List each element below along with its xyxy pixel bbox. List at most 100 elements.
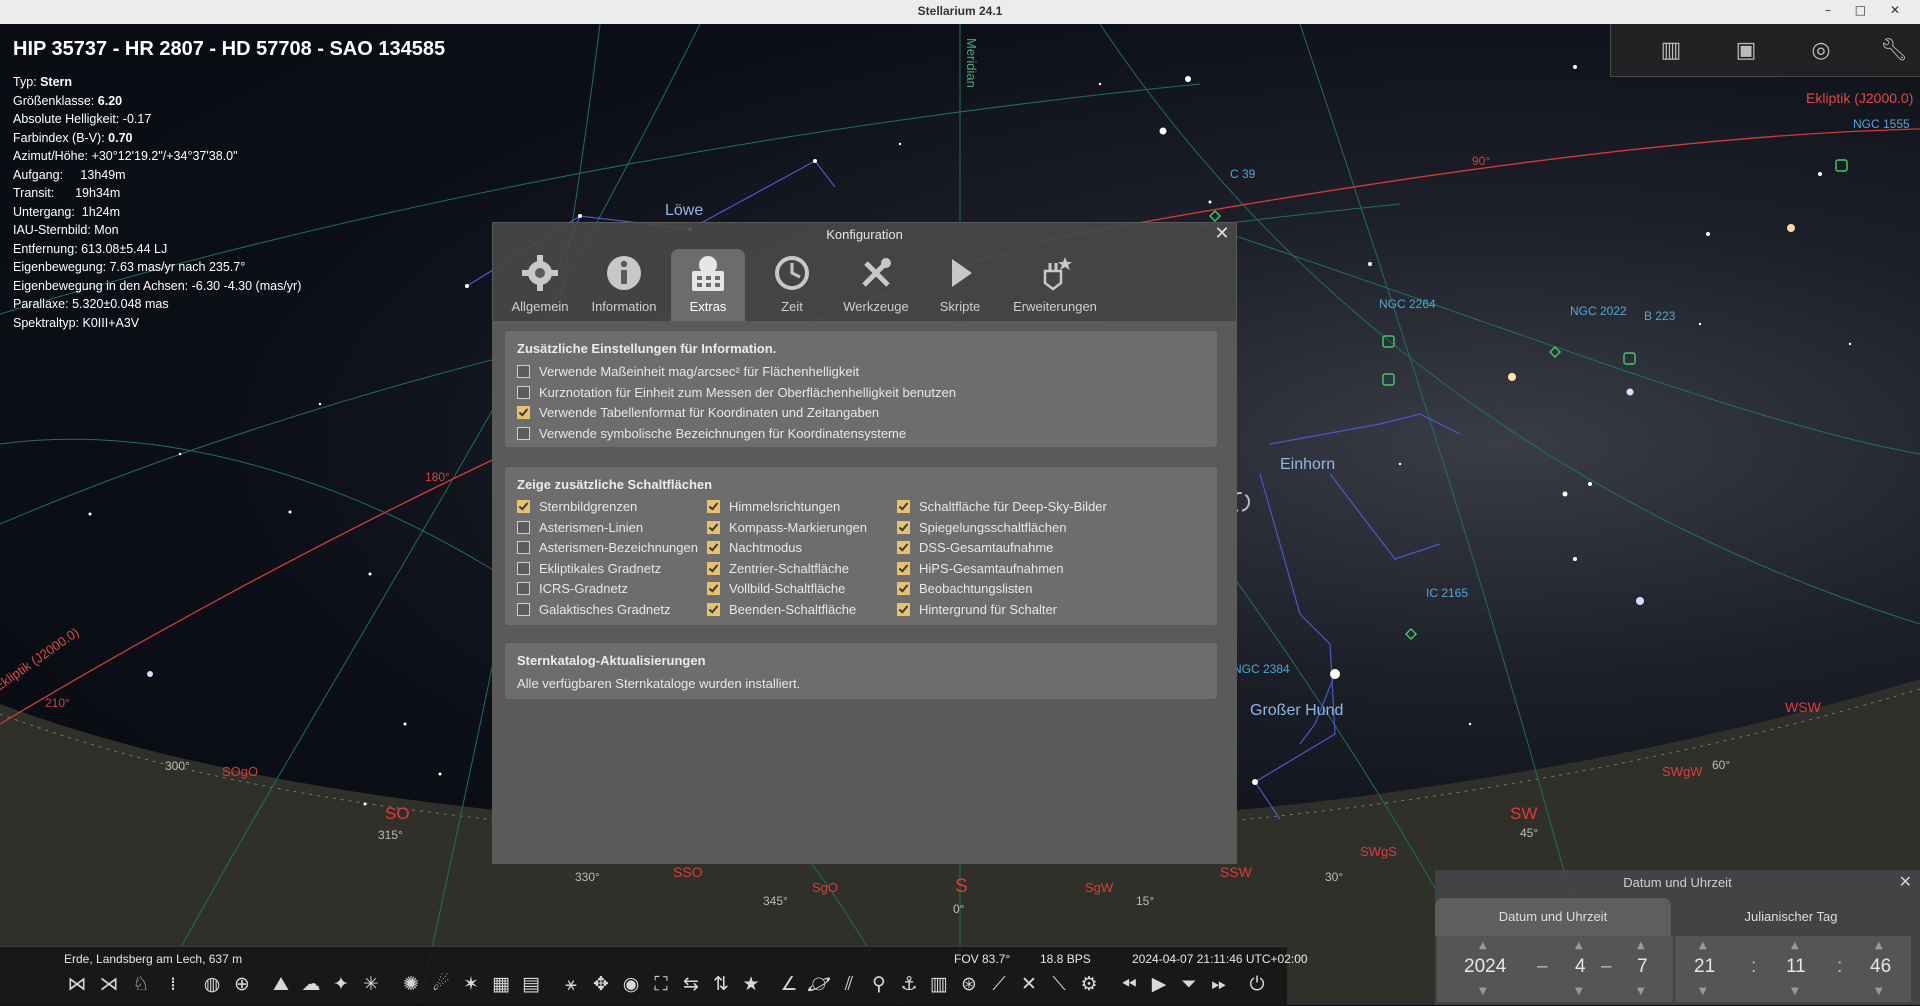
hour-field[interactable]: 21 <box>1694 956 1715 978</box>
checkbox-unchecked-icon[interactable] <box>517 582 530 595</box>
dss-icon[interactable]: ▦ <box>488 969 514 999</box>
cardinal-points-icon[interactable]: ✦ <box>328 969 354 999</box>
checkbox-unchecked-icon[interactable] <box>517 561 530 575</box>
checkbox-checked-icon[interactable] <box>517 406 530 419</box>
compass-marks-icon[interactable]: ✳ <box>358 969 384 999</box>
bookmark-star-icon[interactable]: ★ <box>738 969 764 999</box>
month-field[interactable]: 4 <box>1575 956 1586 978</box>
planets-icon[interactable]: ☄ <box>428 969 454 999</box>
wrench-icon[interactable]: 🔧︎ <box>1879 36 1909 66</box>
landscape-icon[interactable]: ⛰ <box>268 969 294 999</box>
dso-images-icon[interactable]: ✶ <box>458 969 484 999</box>
hour-down-icon[interactable]: ▼ <box>1699 986 1707 997</box>
close-icon[interactable]: ✕ <box>1212 224 1232 244</box>
checkbox-option[interactable]: Kurznotation für Einheit zum Messen der … <box>517 385 956 400</box>
checkbox-checked-icon[interactable] <box>707 520 720 534</box>
checkbox-option[interactable]: Beobachtungslisten <box>897 581 1032 596</box>
tab-allgemein[interactable]: Allgemein <box>503 249 577 321</box>
checkbox-checked-icon[interactable] <box>897 582 910 595</box>
sat-orbits-icon[interactable]: ⟍ <box>1046 969 1072 999</box>
second-up-icon[interactable]: ▲ <box>1875 940 1883 951</box>
night-mode-icon[interactable]: ◉ <box>618 969 644 999</box>
checkbox-checked-icon[interactable] <box>707 561 720 575</box>
checkbox-checked-icon[interactable] <box>707 500 720 513</box>
search-icon[interactable]: ⚲ <box>866 969 892 999</box>
day-down-icon[interactable]: ▼ <box>1637 986 1645 997</box>
checkbox-option[interactable]: Beenden-Schaltfläche <box>707 602 856 617</box>
tab-zeit[interactable]: Zeit <box>755 249 829 321</box>
checkbox-option[interactable]: Verwende symbolische Bezeichnungen für K… <box>517 426 906 441</box>
atmosphere-icon[interactable]: ☁ <box>298 969 324 999</box>
tab-julian-day[interactable]: Julianischer Tag <box>1673 898 1909 936</box>
checkbox-unchecked-icon[interactable] <box>517 602 530 616</box>
checkbox-option[interactable]: ICRS-Gradnetz <box>517 581 628 596</box>
fullscreen-bottom-icon[interactable]: ⛶ <box>648 969 674 999</box>
satellite-icon[interactable]: ⟋ <box>986 969 1012 999</box>
minimize-icon[interactable]: – <box>1825 3 1841 17</box>
flip-horizontal-icon[interactable]: ⇆ <box>678 969 704 999</box>
checkbox-unchecked-icon[interactable] <box>517 426 530 440</box>
tab-information[interactable]: Information <box>587 249 661 321</box>
checkbox-option[interactable]: Vollbild-Schaltfläche <box>707 581 845 596</box>
tab-date-time[interactable]: Datum und Uhrzeit <box>1435 898 1671 936</box>
checkbox-option[interactable]: Ekliptikales Gradnetz <box>517 561 661 576</box>
target-icon[interactable]: ◎ <box>1806 36 1836 66</box>
checkbox-option[interactable]: HiPS-Gesamtaufnahmen <box>897 561 1064 576</box>
checkbox-option[interactable]: Himmelsrichtungen <box>707 499 840 514</box>
observing-list-icon[interactable]: ▥ <box>1656 36 1686 66</box>
observing-list-bottom-icon[interactable]: ▥ <box>926 969 952 999</box>
year-up-icon[interactable]: ▲ <box>1479 940 1487 951</box>
rewind-icon[interactable]: ⏪︎ <box>1116 969 1142 999</box>
checkbox-option[interactable]: Schaltfläche für Deep-Sky-Bilder <box>897 499 1107 514</box>
checkbox-option[interactable]: DSS-Gesamtaufnahme <box>897 540 1053 555</box>
equatorial-grid-icon[interactable]: ◍ <box>199 969 225 999</box>
satellite-labels-icon[interactable]: ✕ <box>1016 969 1042 999</box>
constellation-art-icon[interactable]: ♘ <box>128 969 154 999</box>
hour-up-icon[interactable]: ▲ <box>1699 940 1707 951</box>
azimuthal-grid-icon[interactable]: ⊕ <box>229 969 255 999</box>
checkbox-checked-icon[interactable] <box>517 500 530 513</box>
checkbox-checked-icon[interactable] <box>707 582 720 595</box>
play-time-icon[interactable]: ▶ <box>1146 969 1172 999</box>
maximize-icon[interactable]: □ <box>1855 3 1876 17</box>
checkbox-unchecked-icon[interactable] <box>517 520 530 534</box>
checkbox-checked-icon[interactable] <box>897 561 910 575</box>
minute-up-icon[interactable]: ▲ <box>1791 940 1799 951</box>
checkbox-option[interactable]: Asterismen-Linien <box>517 520 643 535</box>
checkbox-checked-icon[interactable] <box>707 541 720 554</box>
now-icon[interactable]: ⏷ <box>1176 969 1202 999</box>
checkbox-checked-icon[interactable] <box>897 500 910 513</box>
checkbox-checked-icon[interactable] <box>897 541 910 554</box>
month-down-icon[interactable]: ▼ <box>1575 986 1583 997</box>
fast-forward-icon[interactable]: ⏩︎ <box>1206 969 1232 999</box>
constellation-labels-icon[interactable]: ⋊ <box>96 969 122 999</box>
constellation-lines-icon[interactable]: ⋈ <box>64 969 90 999</box>
minute-field[interactable]: 11 <box>1786 956 1806 978</box>
constellation-boundaries-icon[interactable]: ⁞ <box>160 969 186 999</box>
nebulae-icon[interactable]: ✺ <box>398 969 424 999</box>
tab-erweiterungen[interactable]: Erweiterungen <box>1007 249 1103 321</box>
close-icon[interactable]: ✕ <box>1899 872 1912 891</box>
window-controls[interactable]: – □ ✕ <box>1825 3 1910 17</box>
checkbox-option[interactable]: Hintergrund für Schalter <box>897 602 1057 617</box>
checkbox-checked-icon[interactable] <box>897 602 910 616</box>
day-field[interactable]: 7 <box>1637 956 1648 978</box>
equatorial-mount-icon[interactable]: ⚹ <box>558 969 584 999</box>
checkbox-option[interactable]: Sternbildgrenzen <box>517 499 637 514</box>
checkbox-option[interactable]: Galaktisches Gradnetz <box>517 602 671 617</box>
angle-measure-icon[interactable]: ∠ <box>776 969 802 999</box>
checkbox-checked-icon[interactable] <box>707 602 720 616</box>
checkbox-option[interactable]: Nachtmodus <box>707 540 802 555</box>
second-field[interactable]: 46 <box>1870 956 1891 978</box>
checkbox-option[interactable]: Spiegelungsschaltflächen <box>897 520 1066 535</box>
fullscreen-icon[interactable]: ▣ <box>1731 36 1761 66</box>
checkbox-option[interactable]: Asterismen-Bezeichnungen <box>517 540 698 555</box>
checkbox-option[interactable]: Kompass-Markierungen <box>707 520 867 535</box>
tab-skripte[interactable]: Skripte <box>923 249 997 321</box>
checkbox-option[interactable]: Verwende Maßeinheit mag/arcsec² für Fläc… <box>517 364 859 379</box>
day-up-icon[interactable]: ▲ <box>1637 940 1645 951</box>
checkbox-option[interactable]: Verwende Tabellenformat für Koordinaten … <box>517 405 879 420</box>
scripts-icon[interactable]: ⚙ <box>1076 969 1102 999</box>
checkbox-unchecked-icon[interactable] <box>517 385 530 399</box>
center-icon[interactable]: ✥ <box>588 969 614 999</box>
